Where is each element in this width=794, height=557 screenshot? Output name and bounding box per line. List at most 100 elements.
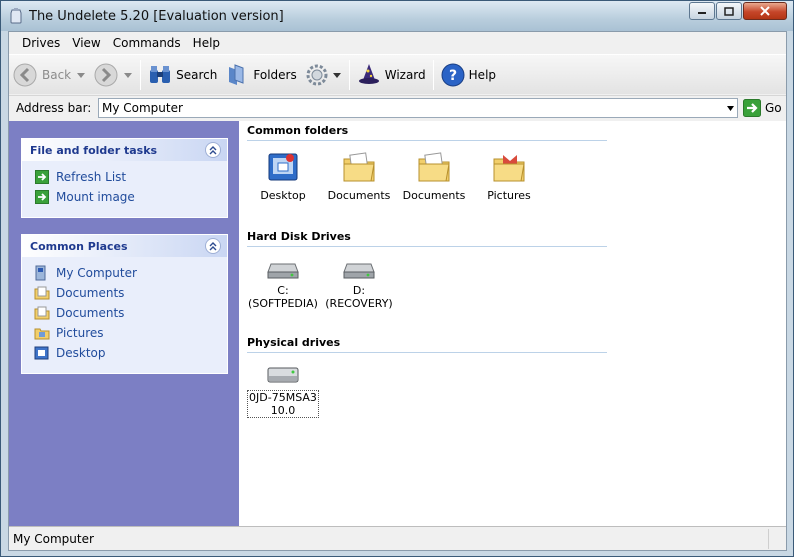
close-button[interactable]: [743, 2, 787, 20]
folder-pictures[interactable]: Pictures: [473, 151, 545, 202]
task-pane: File and folder tasks Refresh List Mount…: [9, 121, 239, 526]
place-label: Pictures: [56, 326, 104, 340]
item-label: 0JD-75MSA3 10.0: [247, 390, 319, 418]
green-arrow-icon: [34, 169, 50, 185]
folders-label: Folders: [253, 67, 297, 82]
toolbar-separator: [432, 59, 434, 90]
window-title: The Undelete 5.20 [Evaluation version]: [29, 8, 284, 24]
place-documents[interactable]: Documents: [34, 283, 227, 303]
item-label: Desktop: [260, 189, 306, 202]
back-arrow-icon: [13, 63, 37, 86]
file-folder-tasks-panel: File and folder tasks Refresh List Mount…: [21, 138, 228, 218]
status-bar: My Computer: [9, 526, 786, 550]
drive-letter: C:: [277, 284, 289, 297]
back-dropdown-icon: [77, 72, 86, 78]
wizard-hat-icon: [358, 63, 379, 84]
place-label: My Computer: [56, 266, 137, 280]
common-places-panel: Common Places My Computer Documents Docu…: [21, 234, 228, 374]
maximize-button[interactable]: [716, 2, 742, 20]
wizard-label: Wizard: [384, 67, 426, 82]
toolbar-separator: [140, 59, 142, 90]
task-label: Refresh List: [56, 170, 127, 184]
go-button[interactable]: Go: [743, 99, 782, 117]
drive-c[interactable]: C: (SOFTPEDIA): [247, 256, 319, 310]
folder-icon: [34, 285, 50, 301]
panel-header[interactable]: File and folder tasks: [22, 139, 227, 161]
back-button[interactable]: Back: [9, 59, 90, 91]
panel-title: Common Places: [30, 239, 128, 253]
menu-view[interactable]: View: [66, 36, 106, 50]
address-bar: Address bar: My Computer Go: [9, 95, 786, 120]
panel-header[interactable]: Common Places: [22, 235, 227, 257]
app-window: The Undelete 5.20 [Evaluation version] D…: [0, 0, 794, 557]
panel-title: File and folder tasks: [30, 143, 158, 157]
task-label: Mount image: [56, 190, 135, 204]
back-label: Back: [42, 67, 72, 82]
binoculars-icon: [150, 65, 171, 83]
collapse-chevron-icon[interactable]: [205, 142, 221, 158]
hard-drive-icon: [343, 263, 375, 279]
forward-dropdown-icon: [124, 72, 133, 78]
minimize-button[interactable]: [689, 2, 715, 20]
item-label: D: (RECOVERY): [325, 284, 392, 310]
help-button[interactable]: ? Help: [437, 59, 500, 91]
drive-d[interactable]: D: (RECOVERY): [323, 256, 395, 310]
item-label: Documents: [327, 189, 391, 202]
close-icon: [760, 6, 770, 16]
menu-commands[interactable]: Commands: [107, 36, 187, 50]
drive-letter: D:: [352, 284, 366, 297]
place-my-computer[interactable]: My Computer: [34, 263, 227, 283]
section-common-folders: Common folders: [247, 124, 607, 141]
place-desktop[interactable]: Desktop: [34, 343, 227, 363]
section-hard-disk-drives: Hard Disk Drives: [247, 230, 607, 247]
folder-documents[interactable]: Documents: [323, 151, 395, 202]
search-button[interactable]: Search: [144, 59, 221, 91]
hard-drive-icon: [267, 263, 299, 279]
place-pictures[interactable]: Pictures: [34, 323, 227, 343]
address-dropdown-icon[interactable]: [726, 100, 735, 116]
client-area: Drives View Commands Help Back Search Fo…: [8, 31, 787, 551]
place-documents[interactable]: Documents: [34, 303, 227, 323]
task-mount-image[interactable]: Mount image: [34, 187, 227, 207]
item-label: Documents: [402, 189, 466, 202]
gear-icon: [306, 64, 328, 85]
go-label: Go: [765, 101, 782, 115]
folder-documents[interactable]: Documents: [398, 151, 470, 202]
desktop-icon: [268, 153, 298, 181]
content-pane: Common folders Desktop Documents Documen…: [239, 121, 786, 526]
search-label: Search: [176, 67, 218, 82]
toolbar-separator: [348, 59, 350, 90]
settings-dropdown-icon: [332, 72, 341, 78]
app-icon: [10, 8, 22, 24]
maximize-icon: [724, 6, 734, 16]
folder-icon: [418, 152, 450, 182]
folders-button[interactable]: Folders: [221, 59, 300, 91]
folder-icon: [34, 305, 50, 321]
folders-icon: [229, 63, 244, 85]
address-input[interactable]: My Computer: [98, 98, 738, 118]
physical-drive-0[interactable]: 0JD-75MSA3 10.0: [247, 364, 319, 418]
pictures-folder-icon: [493, 155, 525, 182]
forward-arrow-icon: [94, 63, 118, 86]
wizard-button[interactable]: Wizard: [353, 59, 430, 91]
section-physical-drives: Physical drives: [247, 336, 607, 353]
computer-icon: [34, 265, 50, 281]
folder-desktop[interactable]: Desktop: [247, 151, 319, 202]
drive-volume: (RECOVERY): [325, 297, 393, 310]
task-refresh-list[interactable]: Refresh List: [34, 167, 227, 187]
toolbar: Back Search Folders Wizard ? Help: [9, 54, 786, 94]
title-bar[interactable]: The Undelete 5.20 [Evaluation version]: [1, 1, 793, 31]
address-value: My Computer: [102, 101, 183, 115]
settings-button[interactable]: [301, 59, 346, 91]
minimize-icon: [698, 12, 706, 14]
menu-drives[interactable]: Drives: [16, 36, 66, 50]
item-label: C: (SOFTPEDIA): [248, 284, 318, 310]
collapse-chevron-icon[interactable]: [205, 238, 221, 254]
menu-help[interactable]: Help: [187, 36, 226, 50]
status-text: My Computer: [9, 528, 769, 549]
help-label: Help: [468, 67, 497, 82]
drive-volume: (SOFTPEDIA): [248, 297, 318, 310]
address-label: Address bar:: [16, 101, 92, 115]
forward-button[interactable]: [90, 59, 137, 91]
menu-bar: Drives View Commands Help: [9, 32, 786, 54]
